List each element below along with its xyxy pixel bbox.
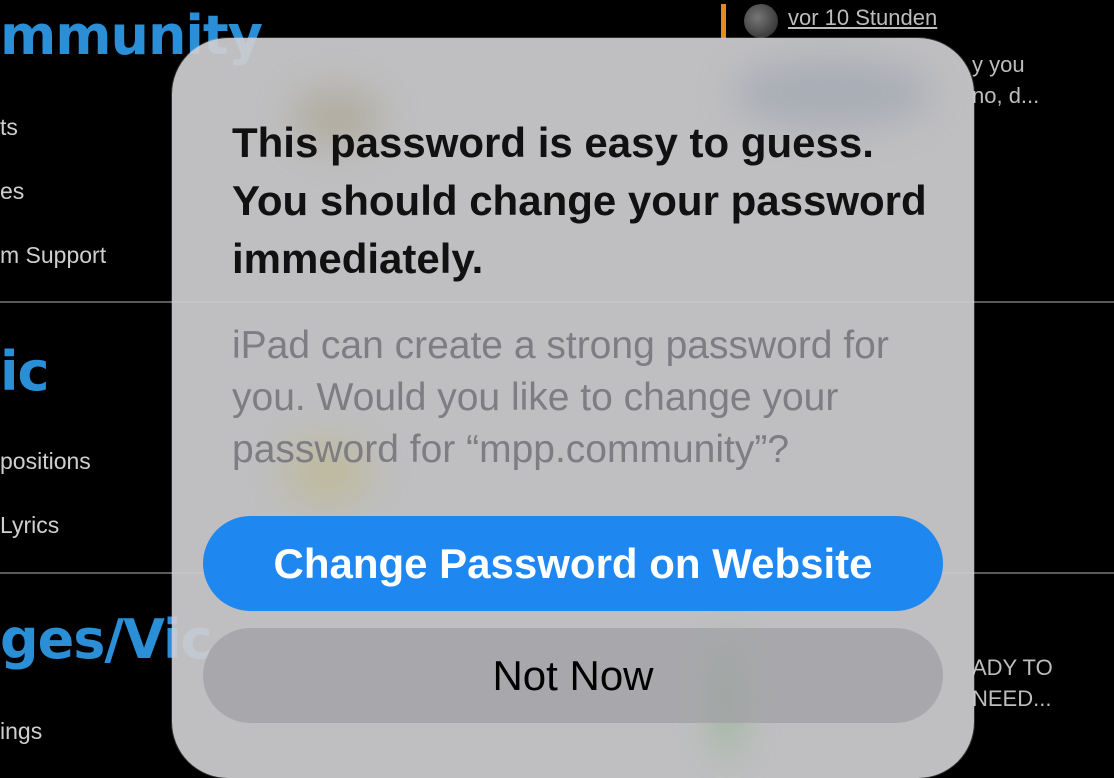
category-link[interactable]: Lyrics (0, 512, 59, 539)
avatar[interactable] (744, 4, 778, 38)
alert-title: This password is easy to guess. You shou… (232, 119, 927, 282)
not-now-button[interactable]: Not Now (203, 628, 943, 723)
post-snippet: no, d... (972, 83, 1040, 108)
category-link[interactable]: ts (0, 114, 18, 141)
category-link[interactable]: ings (0, 718, 42, 745)
post-timestamp-link[interactable]: vor 10 Stunden (788, 5, 937, 31)
change-password-button[interactable]: Change Password on Website (203, 516, 943, 611)
alert-content: This password is easy to guess. You shou… (172, 38, 974, 778)
unread-marker (721, 4, 726, 38)
weak-password-alert: This password is easy to guess. You shou… (172, 38, 974, 778)
post-snippet: NEED... (972, 686, 1052, 711)
category-title-music[interactable]: ic (0, 340, 50, 403)
post-snippet: y you (972, 52, 1025, 77)
post-snippet: ADY TO (972, 655, 1053, 680)
category-link[interactable]: es (0, 178, 24, 205)
category-link[interactable]: positions (0, 448, 91, 475)
category-link[interactable]: m Support (0, 242, 106, 269)
alert-message: iPad can create a strong password for yo… (232, 324, 889, 471)
